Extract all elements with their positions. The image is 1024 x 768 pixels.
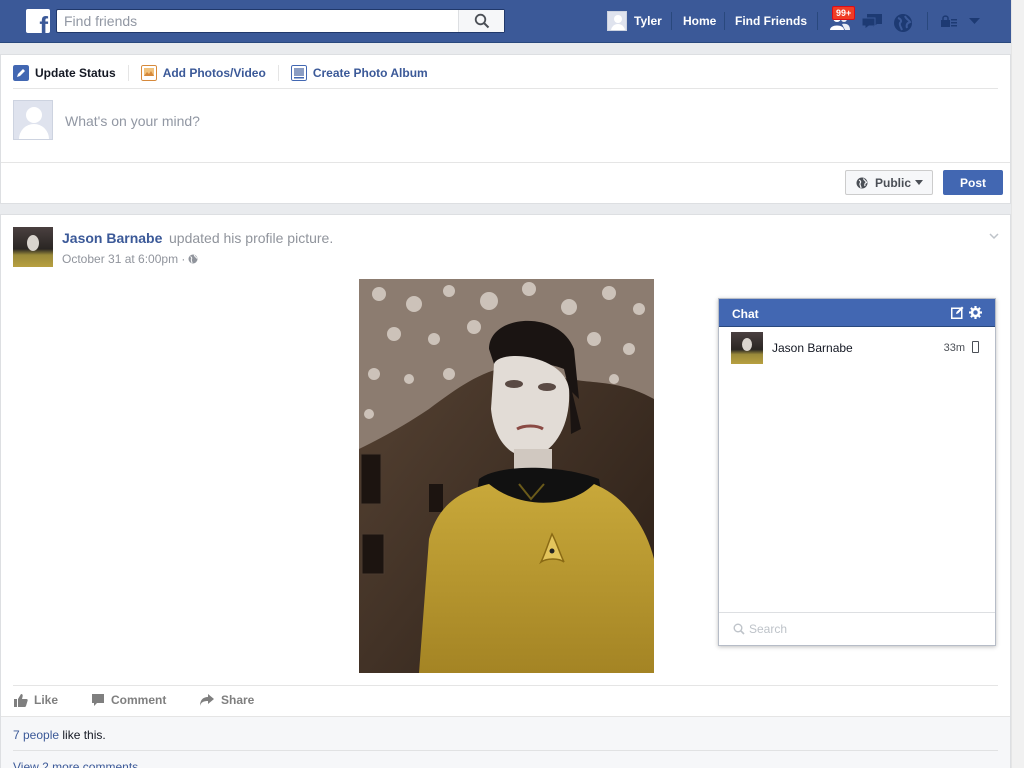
comment-bubble-icon (92, 694, 104, 706)
tab-label: Update Status (35, 66, 116, 80)
chat-search-input[interactable] (749, 619, 979, 639)
nav-find-friends-link[interactable]: Find Friends (735, 14, 807, 28)
tab-label: Create Photo Album (312, 66, 428, 80)
nav-divider (671, 12, 672, 30)
top-navigation-bar: f Tyler Home Find Friends 99+ (0, 0, 1011, 43)
photo-image (359, 279, 654, 673)
gear-icon[interactable] (969, 306, 982, 319)
thumbs-up-icon (14, 694, 28, 707)
timestamp-link[interactable]: October 31 at 6:00pm · (62, 252, 185, 266)
status-composer: Update Status Add Photos/Video Create Ph… (0, 54, 1011, 204)
contact-avatar (731, 332, 763, 364)
like-button[interactable]: Like (14, 693, 58, 707)
contact-name: Jason Barnabe (772, 341, 853, 355)
notifications-globe-icon[interactable] (893, 13, 913, 33)
tab-add-photos-video[interactable]: Add Photos/Video (140, 65, 266, 81)
composer-avatar (13, 100, 53, 140)
photo-album-icon (290, 65, 307, 81)
tab-create-photo-album[interactable]: Create Photo Album (290, 65, 428, 81)
composer-footer-divider (1, 162, 1010, 163)
chat-sidebar-window: Chat Jason Barnabe 33m (718, 298, 996, 646)
comment-button[interactable]: Comment (91, 693, 166, 707)
new-message-icon[interactable] (951, 306, 964, 319)
account-caret-icon[interactable] (969, 18, 980, 25)
chat-search-bar (719, 612, 995, 645)
composer-divider (13, 88, 998, 89)
story-options-chevron-icon[interactable] (989, 231, 999, 241)
search-bar (56, 9, 505, 33)
likes-suffix: like this. (59, 728, 106, 742)
nav-divider (927, 12, 928, 30)
status-input[interactable]: What's on your mind? (65, 113, 200, 129)
search-icon (474, 13, 490, 29)
tab-update-status[interactable]: Update Status (13, 65, 116, 81)
nav-profile-link[interactable]: Tyler (607, 11, 662, 31)
chevron-down-icon (915, 180, 924, 185)
tab-divider (127, 65, 129, 81)
facebook-logo-icon[interactable]: f (26, 9, 50, 33)
chat-contact-row[interactable]: Jason Barnabe 33m (731, 332, 985, 364)
view-more-comments-link[interactable]: View 2 more comments (13, 760, 138, 768)
feedback-divider (13, 750, 998, 751)
nav-divider (817, 12, 818, 30)
globe-icon (856, 177, 868, 188)
search-input[interactable] (57, 10, 457, 32)
public-globe-icon (188, 254, 198, 264)
tab-label: Add Photos/Video (162, 66, 266, 80)
contact-last-active: 33m (943, 342, 965, 354)
share-button[interactable]: Share (199, 693, 254, 707)
share-label: Share (221, 693, 255, 707)
pencil-icon (13, 65, 29, 81)
nav-user-name: Tyler (634, 14, 662, 28)
likes-count-link[interactable]: 7 people (13, 728, 59, 742)
chat-header[interactable]: Chat (719, 299, 995, 327)
post-timestamp: October 31 at 6:00pm · (62, 252, 198, 266)
composer-tabs: Update Status Add Photos/Video Create Ph… (13, 63, 440, 83)
profile-picture-photo[interactable] (359, 279, 654, 673)
share-arrow-icon (200, 694, 214, 706)
search-button[interactable] (458, 10, 504, 32)
author-name-link[interactable]: Jason Barnabe (62, 230, 162, 246)
story-action-text: updated his profile picture. (169, 230, 334, 246)
author-avatar[interactable] (13, 227, 53, 267)
likes-summary: 7 people like this. (13, 728, 106, 742)
comment-label: Comment (111, 693, 167, 707)
like-label: Like (34, 693, 59, 707)
audience-label: Public (875, 175, 912, 190)
chat-title: Chat (732, 307, 759, 321)
story-feedback-area: 7 people like this. View 2 more comments (1, 716, 1010, 768)
nav-home-link[interactable]: Home (683, 14, 716, 28)
messages-icon[interactable] (861, 13, 883, 31)
story-actions-divider (13, 685, 998, 686)
friend-requests-badge: 99+ (832, 6, 856, 20)
page-scrollbar[interactable] (1011, 0, 1024, 768)
photo-icon (140, 65, 157, 81)
nav-divider (724, 12, 725, 30)
search-icon (733, 623, 745, 635)
privacy-lock-icon[interactable] (941, 15, 957, 27)
mobile-phone-icon (972, 341, 979, 353)
user-avatar (607, 11, 627, 31)
post-button[interactable]: Post (943, 170, 1003, 195)
tab-divider (277, 65, 279, 81)
audience-selector[interactable]: Public (845, 170, 933, 195)
